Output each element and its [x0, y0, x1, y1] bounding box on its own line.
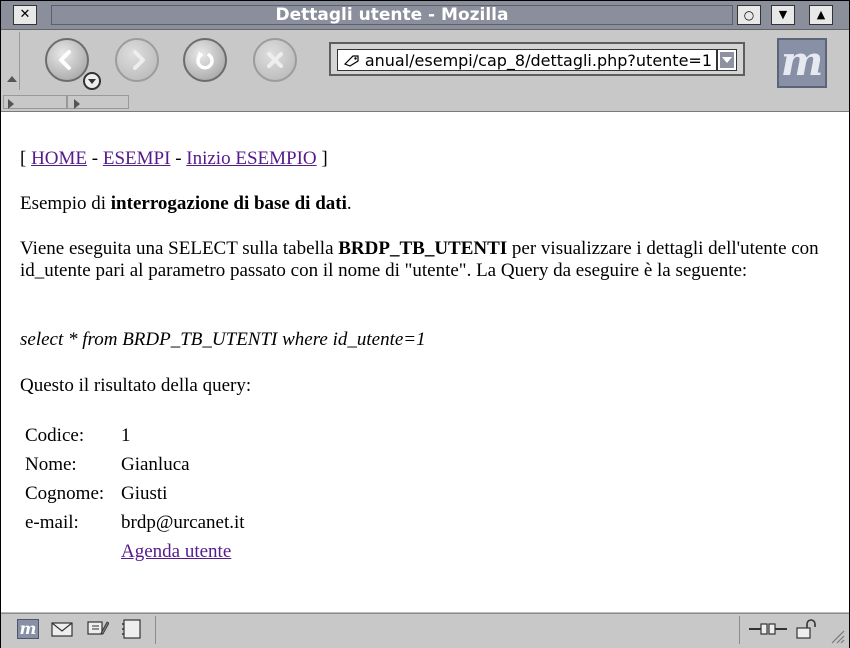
- navigator-icon[interactable]: m: [17, 619, 39, 639]
- field-value: 1: [121, 425, 131, 446]
- description-prefix: Viene eseguita una SELECT sulla tabella: [20, 238, 339, 259]
- field-value: Gianluca: [121, 454, 190, 475]
- window-title: Dettagli utente - Mozilla: [51, 5, 733, 25]
- page-content: [ HOME - ESEMPI - Inizio ESEMPIO ] Esemp…: [1, 112, 849, 612]
- chevron-down-icon: [88, 79, 96, 84]
- close-icon: ✕: [19, 7, 31, 22]
- agenda-utente-link[interactable]: Agenda utente: [121, 541, 231, 563]
- back-history-dropdown[interactable]: [83, 72, 101, 90]
- intro-bold: interrogazione di base di dati: [110, 193, 347, 214]
- nav-links: [ HOME - ESEMPI - Inizio ESEMPIO ]: [20, 148, 820, 170]
- reload-button[interactable]: [183, 38, 227, 82]
- collapsed-toolbar-tab[interactable]: [67, 95, 129, 109]
- bracket-close: ]: [316, 148, 328, 169]
- online-status-icon[interactable]: [747, 619, 789, 639]
- bracket-open: [: [20, 148, 32, 169]
- toolbar-grip[interactable]: [3, 32, 20, 90]
- address-book-icon[interactable]: [121, 619, 143, 639]
- mozilla-logo[interactable]: m: [777, 38, 827, 88]
- intro-prefix: Esempio di: [20, 193, 111, 214]
- esempi-link[interactable]: ESEMPI: [103, 148, 171, 169]
- stop-button[interactable]: [253, 38, 297, 82]
- reload-icon: [196, 51, 214, 70]
- forward-arrow-icon: [133, 50, 145, 70]
- field-label: e-mail:: [25, 512, 79, 533]
- back-arrow-icon: [59, 50, 71, 70]
- divider: [155, 616, 156, 644]
- collapsed-toolbar-strip: [1, 94, 849, 112]
- field-value: brdp@urcanet.it: [121, 512, 245, 533]
- home-link[interactable]: HOME: [31, 148, 87, 169]
- url-input[interactable]: [337, 49, 717, 71]
- stop-icon: [267, 52, 283, 68]
- shade-icon: ▲: [816, 8, 826, 21]
- divider: [739, 616, 740, 644]
- nav-separator: -: [87, 148, 103, 169]
- field-label: Nome:: [25, 454, 77, 475]
- field-label: Codice:: [25, 425, 85, 446]
- intro-text: Esempio di interrogazione di base di dat…: [20, 193, 820, 215]
- resize-grip-icon[interactable]: [829, 628, 845, 644]
- collapsed-toolbar-tab[interactable]: [3, 95, 67, 109]
- shade-window-button[interactable]: ▲: [809, 5, 833, 25]
- expand-icon: [74, 99, 80, 109]
- security-lock-icon[interactable]: [795, 619, 817, 639]
- field-value: Giusti: [121, 483, 168, 504]
- query-text: select * from BRDP_TB_UTENTI where id_ut…: [20, 329, 426, 350]
- mozilla-logo-icon: m: [780, 38, 824, 85]
- mail-icon[interactable]: [51, 619, 73, 639]
- description-text: Viene eseguita una SELECT sulla tabella …: [20, 238, 820, 282]
- url-history-dropdown[interactable]: [717, 49, 737, 71]
- maximize-window-button[interactable]: ▼: [771, 5, 795, 25]
- table-name: BRDP_TB_UTENTI: [338, 238, 508, 259]
- field-label: Cognome:: [25, 483, 105, 504]
- url-bar: [329, 42, 745, 76]
- status-bar: m: [1, 613, 849, 648]
- chevron-down-icon: [720, 52, 734, 68]
- nav-separator: -: [170, 148, 187, 169]
- inizio-esempio-link[interactable]: Inizio ESEMPIO: [186, 148, 316, 169]
- maximize-icon: ▼: [778, 8, 788, 21]
- page-proxy-icon[interactable]: [343, 53, 361, 67]
- expand-icon: [8, 99, 14, 109]
- result-label: Questo il risultato della query:: [20, 375, 252, 396]
- browser-window: ✕ Dettagli utente - Mozilla ○ ▼ ▲ http:/…: [0, 0, 850, 648]
- navigation-toolbar: m: [1, 30, 849, 95]
- minimize-icon: ○: [743, 8, 755, 22]
- composer-icon[interactable]: [87, 619, 109, 639]
- intro-suffix: .: [346, 193, 352, 214]
- back-button[interactable]: [45, 38, 89, 82]
- collapse-toolbar-icon: [7, 76, 17, 82]
- close-window-button[interactable]: ✕: [13, 5, 37, 25]
- title-bar[interactable]: ✕ Dettagli utente - Mozilla ○ ▼ ▲: [1, 1, 849, 30]
- minimize-window-button[interactable]: ○: [737, 5, 761, 25]
- forward-button[interactable]: [115, 38, 159, 82]
